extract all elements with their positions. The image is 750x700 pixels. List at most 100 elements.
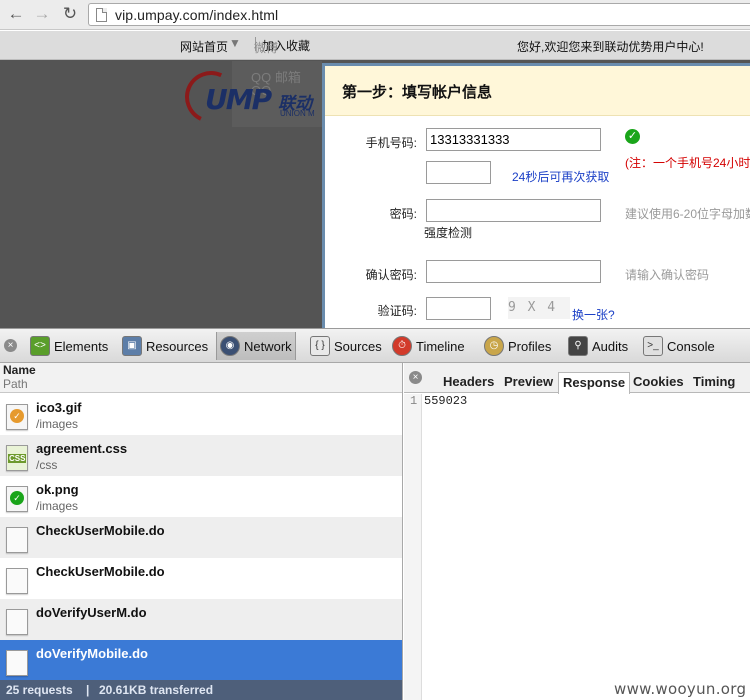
document-icon: [6, 609, 28, 635]
logo-mark: UMP: [205, 83, 272, 116]
request-row[interactable]: ✓ ok.png /images: [0, 476, 402, 517]
tab-network[interactable]: ◉ Network: [216, 332, 296, 360]
request-name: ok.png: [36, 482, 79, 497]
phone-input[interactable]: [426, 128, 601, 151]
browser-toolbar: ← → ↻ vip.umpay.com/index.html: [0, 0, 750, 30]
tab-console[interactable]: >_ Console: [640, 332, 718, 360]
column-header-name[interactable]: Name: [3, 363, 36, 377]
status-separator: |: [86, 683, 90, 697]
tab-timing[interactable]: Timing: [693, 374, 735, 389]
line-number: 1: [410, 394, 418, 408]
dialog-title: 第一步：填写帐户信息: [342, 84, 493, 101]
tab-audits[interactable]: ⚲ Audits: [565, 332, 631, 360]
request-name: CheckUserMobile.do: [36, 523, 165, 538]
tab-headers[interactable]: Headers: [443, 374, 494, 389]
dialog-header: 第一步：填写帐户信息: [325, 66, 750, 116]
watermark: www.wooyun.org: [614, 680, 747, 698]
tab-response[interactable]: Response: [558, 372, 631, 394]
tab-preview[interactable]: Preview: [504, 374, 553, 389]
welcome-text: 您好,欢迎您来到联动优势用户中心!: [517, 40, 704, 54]
detail-tabbar: × Headers Preview Response Cookies Timin…: [404, 363, 750, 394]
request-name: doVerifyUserM.do: [36, 605, 147, 620]
request-list-header: Name Path: [0, 363, 402, 393]
logo-en-text: UNION M: [280, 109, 315, 118]
captcha-refresh-link[interactable]: 换一张?: [572, 306, 615, 323]
line-number-gutter: 1: [404, 394, 422, 700]
network-icon: ◉: [220, 336, 240, 356]
request-path: /images: [36, 417, 79, 431]
ghost-menu-item: 微博: [254, 41, 279, 55]
column-header-path: Path: [3, 377, 28, 391]
tab-cookies[interactable]: Cookies: [633, 374, 684, 389]
request-row[interactable]: doVerifyUserM.do: [0, 599, 402, 640]
tab-label: Resources: [146, 338, 209, 354]
strength-label: 强度检测: [424, 226, 473, 240]
password-label: 密码:: [389, 207, 417, 221]
url-text[interactable]: vip.umpay.com/index.html: [115, 7, 278, 23]
tab-label: Console: [667, 338, 715, 354]
chevron-down-icon[interactable]: ▼: [229, 36, 241, 50]
response-content[interactable]: 559023: [424, 394, 467, 408]
tab-label: Elements: [54, 338, 109, 354]
console-icon: >_: [643, 336, 663, 356]
request-path: /css: [36, 458, 58, 472]
page-icon: [96, 8, 107, 22]
image-file-icon: ✓: [6, 486, 28, 512]
captcha-label: 验证码:: [377, 304, 417, 318]
request-name: doVerifyMobile.do: [36, 646, 148, 661]
profiles-icon: ◷: [484, 336, 504, 356]
image-file-icon: ✓: [6, 404, 28, 430]
network-status-bar: 25 requests | 20.61KB transferred: [0, 680, 402, 700]
request-name: agreement.css: [36, 441, 128, 456]
password-input[interactable]: [426, 199, 601, 222]
umpay-logo: UMP 联动 UNION M: [177, 63, 323, 131]
tab-label: Timeline: [416, 338, 465, 354]
document-icon: [6, 568, 28, 594]
sources-icon: { }: [310, 336, 330, 356]
tab-sources[interactable]: { } Sources: [307, 332, 385, 360]
tab-profiles[interactable]: ◷ Profiles: [481, 332, 554, 360]
request-row[interactable]: ✓ ico3.gif /images: [0, 394, 402, 435]
phone-note: (注：一个手机号24小时: [625, 156, 750, 170]
resources-icon: ▣: [122, 336, 142, 356]
request-row[interactable]: CheckUserMobile.do: [0, 517, 402, 558]
site-topbar: 网站首页 ▼ 加入收藏 您好,欢迎您来到联动优势用户中心! 微博: [0, 31, 750, 60]
request-name: ico3.gif: [36, 400, 82, 415]
tab-label: Profiles: [508, 338, 552, 354]
password-hint: 建议使用6-20位字母加数: [625, 207, 750, 221]
forward-arrow-icon[interactable]: →: [32, 4, 52, 24]
request-row[interactable]: CSS agreement.css /css: [0, 435, 402, 476]
resend-countdown[interactable]: 24秒后可再次获取: [512, 168, 609, 185]
confirm-password-hint: 请输入确认密码: [625, 268, 710, 282]
transferred-size: 20.61KB transferred: [99, 683, 214, 697]
tab-resources[interactable]: ▣ Resources: [119, 332, 211, 360]
request-row-selected[interactable]: doVerifyMobile.do: [0, 640, 402, 681]
tab-timeline[interactable]: ⏱ Timeline: [389, 332, 468, 360]
css-file-icon: CSS: [6, 445, 28, 471]
check-ok-icon: ✓: [625, 129, 640, 144]
register-dialog: 第一步：填写帐户信息 手机号码: ✓ (注：一个手机号24小时 24秒后可再次获…: [322, 63, 750, 328]
tab-label: Sources: [334, 338, 382, 354]
request-name: CheckUserMobile.do: [36, 564, 165, 579]
home-link[interactable]: 网站首页: [180, 38, 228, 55]
tab-elements[interactable]: <> Elements: [27, 332, 111, 360]
back-arrow-icon[interactable]: ←: [6, 4, 26, 24]
sms-code-input[interactable]: [426, 161, 491, 184]
request-row[interactable]: CheckUserMobile.do: [0, 558, 402, 599]
timeline-icon: ⏱: [392, 336, 412, 356]
document-icon: [6, 650, 28, 676]
web-page: 面板 网站首页 ▼ 加入收藏 您好,欢迎您来到联动优势用户中心! 微博 QQ 邮…: [0, 31, 750, 328]
request-path: /images: [36, 499, 79, 513]
tab-label: Network: [244, 338, 292, 354]
address-bar[interactable]: vip.umpay.com/index.html: [88, 3, 750, 26]
tab-label: Audits: [592, 338, 629, 354]
close-icon[interactable]: ×: [409, 371, 422, 384]
confirm-password-input[interactable]: [426, 260, 601, 283]
confirm-password-label: 确认密码:: [365, 268, 417, 282]
document-icon: [6, 527, 28, 553]
close-icon[interactable]: ×: [4, 339, 17, 352]
reload-icon[interactable]: ↻: [60, 4, 80, 24]
phone-label: 手机号码:: [365, 136, 417, 150]
captcha-image: 9 X 4 = ?: [508, 297, 570, 319]
captcha-input[interactable]: [426, 297, 491, 320]
